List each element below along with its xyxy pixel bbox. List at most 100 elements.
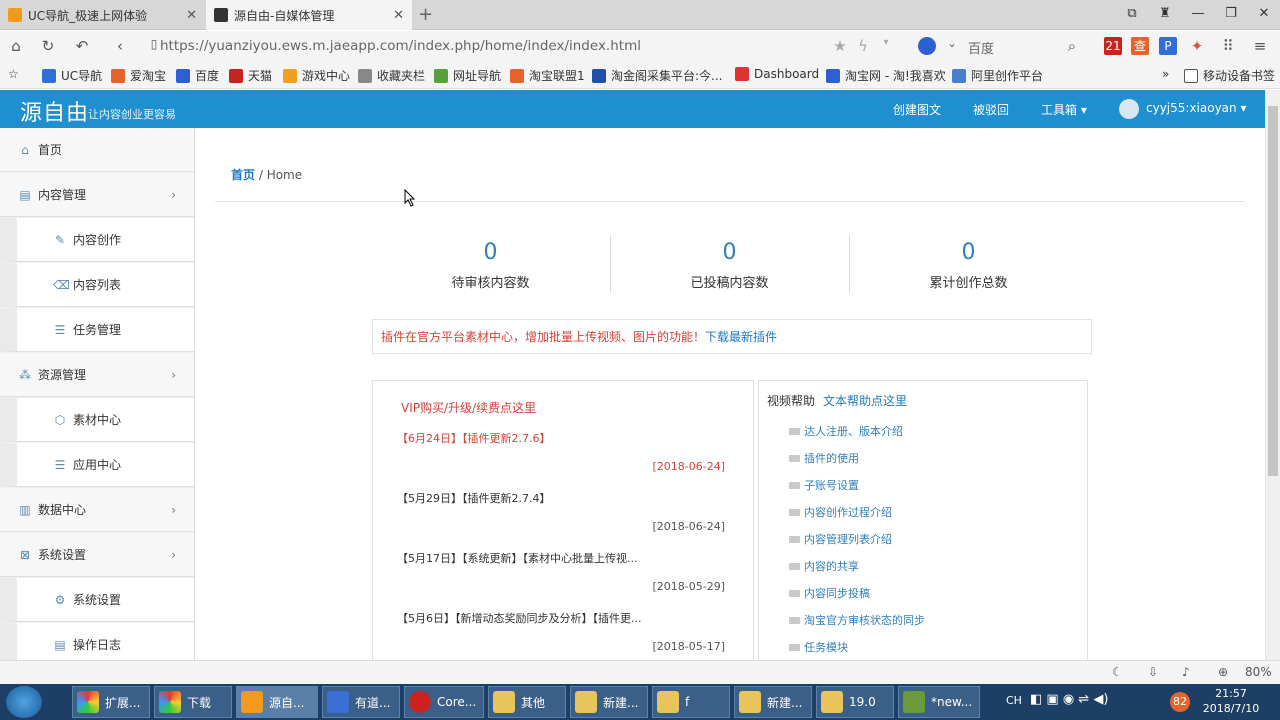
taskbar-item[interactable]: Core... [404, 686, 484, 718]
bookmark-item[interactable]: 收藏夹栏 [358, 67, 425, 84]
text-help-link[interactable]: 文本帮助点这里 [823, 394, 907, 408]
new-tab-button[interactable]: + [418, 4, 433, 25]
zoom-icon[interactable]: ⊕ [1218, 665, 1228, 679]
bookmark-item[interactable]: 淘金阁采集平台:今... [592, 67, 723, 84]
help-link[interactable]: 内容管理列表介绍 [789, 531, 892, 547]
bookmark-item[interactable]: 淘宝联盟1 [510, 67, 585, 84]
sidebar-item-system[interactable]: ⊠ 系统设置 › [0, 533, 194, 577]
home-icon[interactable]: ⌂ [6, 37, 26, 55]
bookmark-item[interactable]: 游戏中心 [283, 67, 350, 84]
bookmarks-more[interactable]: » [1162, 67, 1169, 81]
ext-icon[interactable]: ✦ [1187, 37, 1207, 55]
logo[interactable]: 源自由 [20, 95, 89, 127]
taskbar-item[interactable]: *new... [898, 686, 980, 718]
sidebar-item-tasks[interactable]: ☰ 任务管理 [0, 308, 194, 352]
tray-badge[interactable]: 82 [1170, 692, 1190, 712]
avatar[interactable] [1119, 99, 1139, 119]
toolbox-dropdown[interactable]: 工具箱 ▾ [1041, 101, 1087, 118]
close-icon[interactable]: ✕ [393, 8, 404, 23]
search-input[interactable]: 百度 [968, 38, 994, 57]
undo-icon[interactable]: ↶ [72, 37, 92, 55]
start-button[interactable] [6, 686, 42, 718]
dropdown-icon[interactable]: ▾ [876, 37, 896, 48]
lightning-icon[interactable]: ϟ [853, 37, 873, 55]
tray-icons[interactable]: ◧ ▣ ◉ ⇌ ◀) [1030, 692, 1108, 707]
taskbar-item[interactable]: 新建... [570, 686, 648, 718]
download-plugin-link[interactable]: 下载最新插件 [705, 330, 777, 344]
bookmark-item[interactable]: 百度 [176, 67, 219, 84]
news-title[interactable]: 【5月6日】【新增动态奖励同步及分析】【插件更... [397, 610, 642, 626]
taskbar-item[interactable]: 扩展... [72, 686, 150, 718]
bookmark-item[interactable]: 天猫 [229, 67, 272, 84]
news-title[interactable]: 【5月17日】【系统更新】【素材中心批量上传视... [397, 550, 637, 566]
ext-icon[interactable]: 查 [1131, 37, 1149, 55]
tile-icon[interactable]: ⧉ [1122, 6, 1142, 21]
taskbar-item[interactable]: 新建... [734, 686, 812, 718]
help-link[interactable]: 任务模块 [789, 639, 848, 655]
sidebar-item-list[interactable]: ⌫ 内容列表 [0, 263, 194, 307]
sidebar-item-create[interactable]: ✎ 内容创作 [0, 218, 194, 262]
taskbar-item[interactable]: f [652, 686, 730, 718]
sidebar-item-resources[interactable]: ⁂ 资源管理 › [0, 353, 194, 397]
vip-link[interactable]: VIP购买/升级/续费点这里 [401, 399, 536, 416]
sidebar-item-apps[interactable]: ☰ 应用中心 [0, 443, 194, 487]
sidebar-item-data[interactable]: ▥ 数据中心 › [0, 488, 194, 532]
close-window-button[interactable]: ✕ [1254, 6, 1274, 21]
bookmark-item[interactable]: UC导航 [42, 67, 102, 84]
help-link[interactable]: 内容同步投稿 [789, 585, 870, 601]
sidebar-item-home[interactable]: ⌂ 首页 [0, 128, 194, 172]
user-menu[interactable]: cyyj55:xiaoyan ▾ [1146, 101, 1246, 115]
vertical-scrollbar[interactable] [1265, 90, 1280, 660]
taskbar-item[interactable]: 其他 [488, 686, 566, 718]
close-icon[interactable]: ✕ [186, 8, 197, 23]
baidu-icon[interactable]: 🐾 [918, 37, 936, 55]
grid-icon[interactable]: ⠿ [1218, 37, 1238, 55]
news-title[interactable]: 【6月24日】【插件更新2.7.6】 [397, 430, 550, 446]
help-link[interactable]: 内容创作过程介绍 [789, 504, 892, 520]
sidebar-item-logs[interactable]: ▤ 操作日志 [0, 623, 194, 660]
bookmark-item[interactable]: 阿里创作平台 [952, 67, 1043, 84]
minimize-button[interactable]: — [1188, 6, 1208, 21]
breadcrumb-home-link[interactable]: 首页 [231, 168, 255, 182]
night-mode-icon[interactable]: ☾ [1112, 665, 1123, 679]
download-icon[interactable]: ⇩ [1148, 665, 1158, 679]
rejected-link[interactable]: 被驳回 [973, 101, 1009, 118]
sidebar-item-content[interactable]: ▤ 内容管理 › [0, 173, 194, 217]
search-icon[interactable]: ⌕ [1062, 37, 1082, 55]
maximize-button[interactable]: ❐ [1221, 6, 1241, 21]
bookmark-star-icon[interactable]: ☆ [8, 67, 19, 81]
taskbar-item[interactable]: 19.0 [816, 686, 894, 718]
ext-icon[interactable]: P [1159, 37, 1177, 55]
bookmark-item[interactable]: 网址导航 [434, 67, 501, 84]
tab-uc-nav[interactable]: UC导航_极速上网体验 ✕ [0, 0, 205, 30]
news-title[interactable]: 【5月29日】【插件更新2.7.4】 [397, 490, 550, 506]
star-icon[interactable]: ★ [830, 37, 850, 55]
help-link[interactable]: 内容的共享 [789, 558, 859, 574]
help-link[interactable]: 达人注册、版本介绍 [789, 423, 903, 439]
help-link[interactable]: 插件的使用 [789, 450, 859, 466]
taskbar-item[interactable]: 下载 [154, 686, 232, 718]
sound-icon[interactable]: ♪ [1182, 665, 1190, 679]
create-article-link[interactable]: 创建图文 [893, 101, 941, 118]
skin-icon[interactable]: ♜ [1155, 6, 1175, 21]
chevron-down-icon[interactable]: ⌄ [942, 37, 962, 50]
tab-yuanziyou[interactable]: 源自由-自媒体管理 ✕ [206, 0, 412, 30]
back-icon[interactable]: ‹ [110, 37, 130, 55]
refresh-icon[interactable]: ↻ [38, 37, 58, 55]
mobile-bookmarks[interactable]: 移动设备书签 [1184, 67, 1275, 84]
bookmark-item[interactable]: 淘宝网 - 淘!我喜欢 [826, 67, 946, 84]
help-link[interactable]: 子账号设置 [789, 477, 859, 493]
language-indicator[interactable]: CH [1006, 694, 1022, 707]
ext-icon[interactable]: 21 [1104, 37, 1122, 55]
zoom-level[interactable]: 80% [1245, 665, 1272, 679]
bookmark-item[interactable]: 爱淘宝 [111, 67, 166, 84]
taskbar-item[interactable]: 源自... [236, 686, 318, 718]
bookmark-item[interactable]: Dashboard [735, 67, 819, 81]
clock[interactable]: 21:57 2018/7/10 [1196, 686, 1266, 716]
url-input[interactable]: https://yuanziyou.ews.m.jaeapp.com/index… [160, 36, 880, 56]
taskbar-item[interactable]: 有道... [322, 686, 400, 718]
sidebar-item-materials[interactable]: ⬡ 素材中心 [0, 398, 194, 442]
sidebar-item-system-settings[interactable]: ⚙ 系统设置 [0, 578, 194, 622]
help-link[interactable]: 淘宝官方审核状态的同步 [789, 612, 925, 628]
menu-icon[interactable]: ≡ [1250, 37, 1270, 55]
